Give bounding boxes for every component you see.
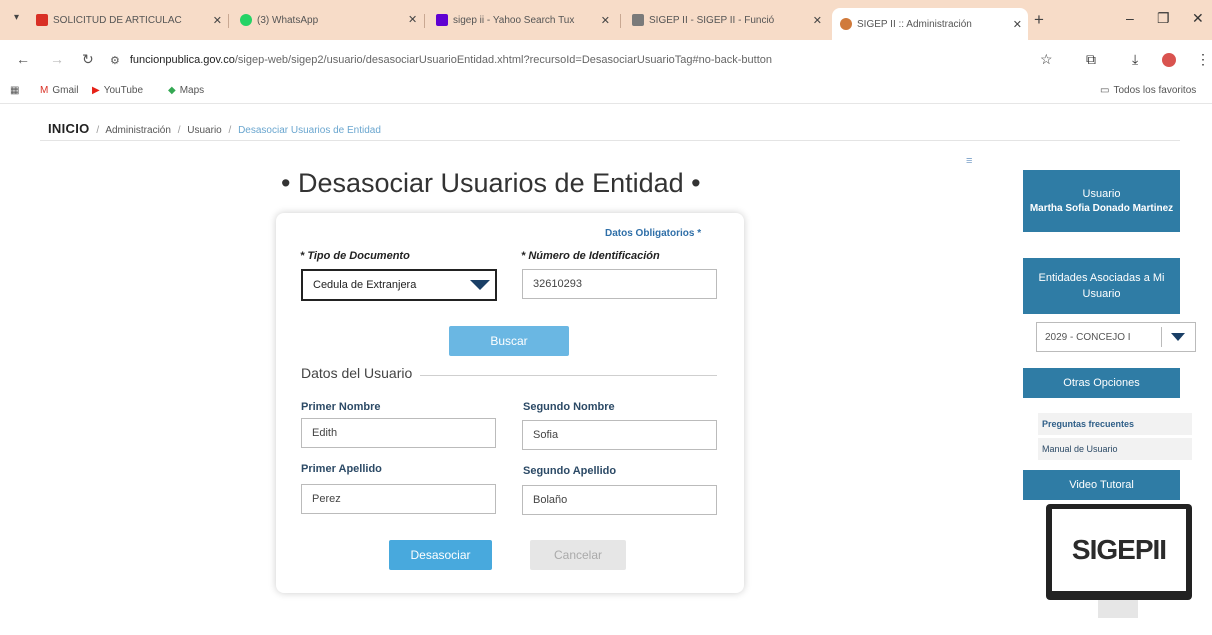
- faq-link[interactable]: Preguntas frecuentes: [1038, 413, 1192, 435]
- download-icon[interactable]: ⤓: [1132, 51, 1138, 68]
- required-note: Datos Obligatorios *: [605, 228, 702, 239]
- close-tab-icon[interactable]: ✕: [813, 14, 822, 27]
- close-tab-icon[interactable]: ✕: [1013, 18, 1022, 31]
- doc-type-select[interactable]: Cedula de Extranjera: [301, 269, 497, 301]
- gmail-icon: M: [40, 85, 49, 96]
- breadcrumb-item[interactable]: Administración: [105, 125, 171, 136]
- maps-icon: ◆: [168, 85, 176, 96]
- divider: [40, 140, 1180, 141]
- tab-title: SOLICITUD DE ARTICULAC: [53, 14, 182, 26]
- first-name-label: Primer Nombre: [301, 401, 381, 413]
- all-bookmarks[interactable]: ▭ Todos los favoritos: [1100, 85, 1196, 96]
- tab-sigep-admin[interactable]: SIGEP II :: Administración ✕: [832, 8, 1028, 40]
- close-window-icon[interactable]: ✕: [1192, 10, 1204, 27]
- address-bar-row: ← → ↻ ⚙ funcionpublica.gov.co/sigep-web/…: [0, 40, 1212, 80]
- bookmark-maps[interactable]: ◆ Maps: [168, 85, 204, 96]
- site-settings-icon[interactable]: ⚙: [110, 54, 120, 67]
- cancel-button[interactable]: Cancelar: [530, 540, 626, 570]
- menu-icon[interactable]: ≡: [966, 155, 972, 167]
- first-surname-label: Primer Apellido: [301, 463, 382, 475]
- yahoo-icon: [436, 14, 448, 26]
- user-section-title: Datos del Usuario: [301, 365, 417, 381]
- bookmarks-bar: ▦ M Gmail ▶ YouTube ◆ Maps ▭ Todos los favor…: [0, 80, 1212, 104]
- forward-icon[interactable]: →: [50, 51, 64, 67]
- minimize-icon[interactable]: –: [1126, 10, 1134, 26]
- entity-select-value: 2029 - CONCEJO I: [1045, 331, 1131, 343]
- tab-search-icon[interactable]: ▾: [14, 12, 19, 23]
- monitor-stand: [1098, 600, 1138, 618]
- breadcrumb: INICIO / Administración / Usuario / Desa…: [48, 121, 381, 136]
- close-tab-icon[interactable]: ✕: [408, 13, 417, 26]
- new-tab-icon[interactable]: +: [1034, 10, 1044, 30]
- divider: [420, 375, 717, 376]
- sigep-icon: [840, 18, 852, 30]
- id-number-label: * Número de Identificación: [521, 250, 660, 262]
- breadcrumb-current: Desasociar Usuarios de Entidad: [238, 125, 381, 136]
- reload-icon[interactable]: ↻: [82, 51, 94, 68]
- tab-title: SIGEP II :: Administración: [857, 18, 972, 30]
- youtube-icon: ▶: [92, 85, 100, 96]
- first-surname-input[interactable]: Perez: [301, 484, 496, 514]
- profile-avatar[interactable]: [1162, 53, 1176, 67]
- second-surname-label: Segundo Apellido: [523, 465, 617, 477]
- maximize-icon[interactable]: ❐: [1157, 10, 1170, 27]
- sigep-icon: [632, 14, 644, 26]
- bookmark-youtube[interactable]: ▶ YouTube: [92, 85, 143, 96]
- page-title: • Desasociar Usuarios de Entidad •: [281, 168, 701, 198]
- sigep-logo: SIGEPII: [1071, 534, 1167, 565]
- tab-title: (3) WhatsApp: [257, 14, 319, 26]
- unlink-button[interactable]: Desasociar: [389, 540, 492, 570]
- tab-gmail[interactable]: SOLICITUD DE ARTICULAC ✕: [28, 8, 228, 32]
- back-icon[interactable]: ←: [16, 51, 30, 67]
- tab-title: sigep ii - Yahoo Search Tux: [453, 14, 575, 26]
- second-name-input[interactable]: Sofia: [522, 420, 717, 450]
- other-options-heading: Otras Opciones: [1023, 368, 1180, 398]
- video-screen[interactable]: SIGEPII: [1052, 509, 1186, 591]
- user-panel: Usuario Martha Sofia Donado Martinez: [1023, 170, 1180, 232]
- doc-type-label: * Tipo de Documento: [300, 250, 410, 262]
- second-name-label: Segundo Nombre: [523, 401, 615, 413]
- tab-sigep-funcion[interactable]: SIGEP II - SIGEP II - Funció ✕: [624, 8, 828, 32]
- browser-tab-bar: ▾ SOLICITUD DE ARTICULAC ✕ (3) WhatsApp …: [0, 0, 1212, 40]
- user-heading: Usuario: [1082, 187, 1121, 200]
- bookmark-gmail[interactable]: M Gmail: [40, 85, 78, 96]
- bookmark-star-icon[interactable]: ☆: [1040, 51, 1053, 68]
- tab-whatsapp[interactable]: (3) WhatsApp: [232, 8, 392, 32]
- browser-menu-icon[interactable]: ⋮: [1196, 51, 1210, 68]
- extensions-icon[interactable]: ⧉: [1086, 51, 1096, 68]
- chevron-down-icon[interactable]: [1171, 333, 1185, 341]
- url-bar[interactable]: ⚙ funcionpublica.gov.co/sigep-web/sigep2…: [110, 48, 772, 72]
- url-domain: funcionpublica.gov.co: [129, 54, 235, 66]
- breadcrumb-item[interactable]: Usuario: [187, 125, 221, 136]
- entities-heading: Entidades Asociadas a Mi Usuario: [1023, 258, 1180, 314]
- chevron-down-icon[interactable]: [470, 280, 490, 290]
- whatsapp-icon: [240, 14, 252, 26]
- video-tutorial-heading: Video Tutoral: [1023, 470, 1180, 500]
- close-tab-icon[interactable]: ✕: [601, 14, 610, 27]
- user-name: Martha Sofia Donado Martinez: [1029, 202, 1174, 214]
- gmail-icon: [36, 14, 48, 26]
- tab-title: SIGEP II - SIGEP II - Funció: [649, 14, 775, 26]
- tab-yahoo[interactable]: sigep ii - Yahoo Search Tux ✕: [428, 8, 616, 32]
- close-tab-icon[interactable]: ✕: [213, 14, 222, 27]
- second-surname-input[interactable]: Bolaño: [522, 485, 717, 515]
- first-name-input[interactable]: Edith: [301, 418, 496, 448]
- url-path: /sigep-web/sigep2/usuario/desasociarUsua…: [234, 54, 773, 66]
- search-button[interactable]: Buscar: [449, 326, 569, 356]
- id-number-input[interactable]: 32610293: [522, 269, 717, 299]
- user-manual-link[interactable]: Manual de Usuario: [1038, 438, 1192, 460]
- folder-icon: ▭: [1100, 85, 1110, 96]
- apps-grid-icon[interactable]: ▦: [10, 85, 19, 96]
- breadcrumb-home[interactable]: INICIO: [48, 121, 90, 136]
